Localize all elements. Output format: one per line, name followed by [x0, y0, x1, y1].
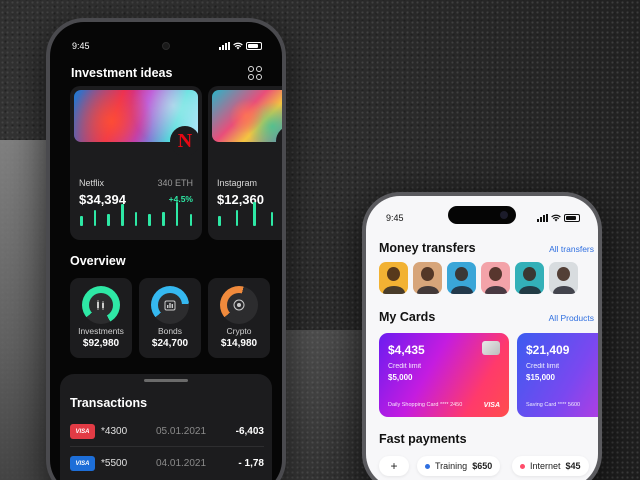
card-limit-label: Credit limit [526, 363, 560, 370]
visa-logo-icon: VISA [483, 402, 500, 409]
coin-icon [227, 293, 251, 317]
overview-card-bonds[interactable]: Bonds $24,700 [139, 278, 201, 358]
investment-title: Investment ideas [71, 66, 173, 80]
wifi-icon [551, 214, 561, 222]
overview-card-investments[interactable]: Investments $92,980 [70, 278, 132, 358]
signal-icon [537, 214, 548, 222]
sparkline-bars [218, 200, 282, 226]
avatar[interactable] [549, 262, 578, 294]
grid-menu-icon[interactable] [248, 66, 262, 80]
chart-candle-icon [89, 293, 113, 317]
fast-payments-title: Fast payments [379, 432, 467, 446]
instagram-artwork [212, 90, 282, 142]
bar-chart-icon [158, 293, 182, 317]
fast-payment-training[interactable]: Training $650 [417, 456, 501, 476]
light-phone: 9:45 Money transfers All transfers My Ca… [362, 192, 602, 480]
card-limit-label: Credit limit [388, 363, 422, 370]
wifi-icon [233, 42, 243, 50]
payment-amount: $650 [472, 461, 493, 471]
avatar[interactable] [515, 262, 544, 294]
dot-icon [520, 463, 525, 469]
status-time: 9:45 [386, 213, 404, 223]
payment-label: Training [435, 461, 468, 471]
overview-value: $14,980 [220, 338, 258, 349]
overview-label: Bonds [157, 326, 183, 336]
investment-name: Netflix [79, 178, 105, 188]
transaction-amount: -6,403 [235, 426, 264, 437]
card-limit: $5,000 [388, 373, 413, 382]
all-transfers-link[interactable]: All transfers [549, 244, 594, 254]
status-time: 9:45 [72, 41, 90, 51]
battery-icon [564, 214, 580, 222]
card-chip-icon [482, 341, 500, 355]
avatar[interactable] [481, 262, 510, 294]
credit-card[interactable]: $4,435 Credit limit $5,000 Daily Shoppin… [379, 333, 509, 417]
overview-card-crypto[interactable]: Crypto $14,980 [208, 278, 270, 358]
card-balance: $21,409 [526, 343, 570, 357]
overview-title: Overview [70, 254, 126, 268]
card-type: Daily Shopping Card **** 2450 [388, 402, 463, 408]
sparkline-bars [80, 200, 192, 226]
status-bar: 9:45 [386, 212, 580, 224]
overview-label: Crypto [226, 326, 252, 336]
credit-card[interactable]: $21,409 Credit limit $15,000 Saving Card… [517, 333, 598, 417]
card-type: Saving Card **** 5600 [526, 402, 581, 408]
progress-ring [151, 286, 189, 324]
dot-icon [425, 463, 430, 469]
transaction-card: *5500 [101, 458, 128, 469]
add-payment-button[interactable]: + [379, 456, 409, 476]
progress-ring [82, 286, 120, 324]
light-phone-screen: 9:45 Money transfers All transfers My Ca… [366, 196, 598, 480]
transactions-title: Transactions [70, 396, 148, 410]
drag-handle[interactable] [144, 379, 188, 382]
investment-name: Instagram [217, 178, 258, 188]
transaction-row[interactable]: VISA *5500 04.01.2021 - 1,78 [70, 456, 264, 472]
transaction-row[interactable]: VISA *4300 05.01.2021 -6,403 [70, 424, 264, 440]
transaction-date: 04.01.2021 [156, 458, 207, 469]
divider [70, 446, 264, 447]
battery-icon [246, 42, 262, 50]
avatar[interactable] [413, 262, 442, 294]
dark-phone: 9:45 Investment ideas N Netflix 340 ETH … [46, 18, 286, 480]
all-products-link[interactable]: All Products [549, 313, 594, 323]
signal-icon [219, 42, 230, 50]
investment-card-netflix[interactable]: N Netflix 340 ETH $34,394 +4.5% [70, 86, 202, 240]
payment-label: Internet [530, 461, 561, 471]
progress-ring [220, 286, 258, 324]
investment-card-instagram[interactable]: Instagram $12,360 [208, 86, 282, 240]
transaction-amount: - 1,78 [238, 458, 264, 469]
transaction-card: *4300 [101, 426, 128, 437]
card-limit: $15,000 [526, 373, 555, 382]
visa-logo-icon: VISA [70, 456, 95, 471]
my-cards-title: My Cards [379, 310, 436, 324]
avatar[interactable] [447, 262, 476, 294]
investment-eth: 340 ETH [157, 178, 193, 188]
money-transfers-title: Money transfers [379, 241, 476, 255]
fast-payment-internet[interactable]: Internet $45 [512, 456, 589, 476]
dark-phone-screen: 9:45 Investment ideas N Netflix 340 ETH … [50, 22, 282, 480]
avatar[interactable] [379, 262, 408, 294]
visa-logo-icon: VISA [70, 424, 95, 439]
card-balance: $4,435 [388, 343, 425, 357]
netflix-logo-icon: N [170, 126, 200, 156]
payment-amount: $45 [565, 461, 581, 471]
overview-value: $92,980 [82, 338, 120, 349]
overview-label: Investments [78, 326, 124, 336]
overview-value: $24,700 [151, 338, 189, 349]
transactions-panel: Transactions VISA *4300 05.01.2021 -6,40… [60, 374, 272, 480]
camera-icon [162, 42, 170, 50]
contacts-row [379, 262, 578, 294]
transaction-date: 05.01.2021 [156, 426, 207, 437]
